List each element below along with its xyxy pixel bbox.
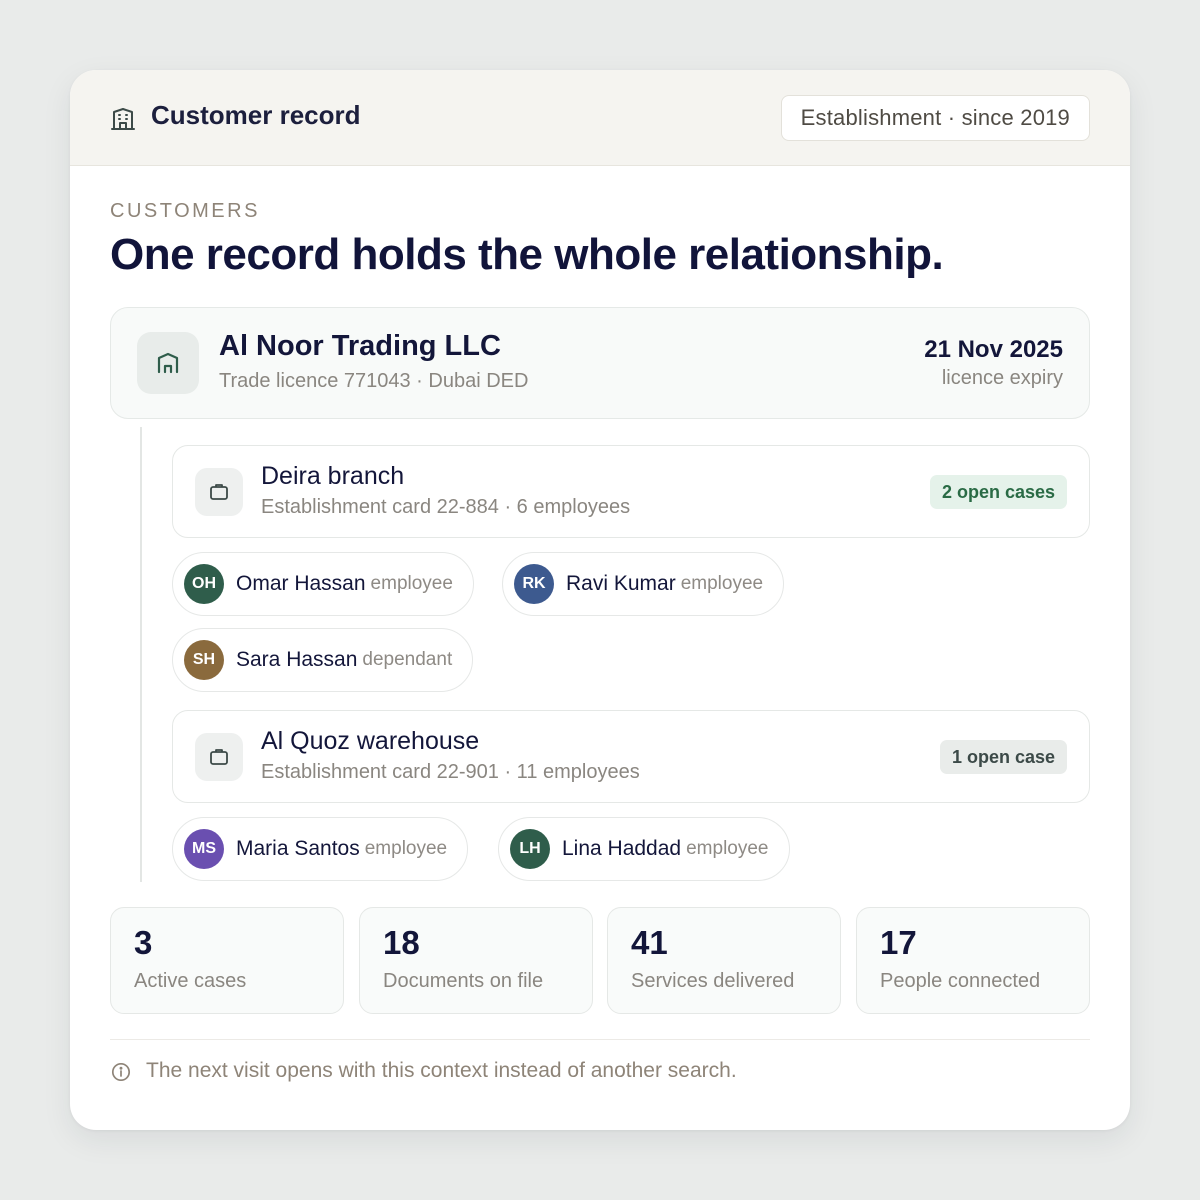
footer-divider xyxy=(110,1039,1090,1040)
branch-card-al-quoz[interactable]: Al Quoz warehouse Establishment card 22-… xyxy=(172,710,1090,803)
stat-people[interactable]: 17 People connected xyxy=(856,907,1090,1014)
licence-expiry-label: licence expiry xyxy=(941,367,1063,389)
person-role: dependant xyxy=(362,649,453,670)
open-cases-badge: 2 open cases xyxy=(929,475,1067,509)
card-header: Customer record Establishment · since 20… xyxy=(70,70,1130,166)
avatar: SH xyxy=(184,640,224,680)
person-name: Omar Hassan xyxy=(236,572,366,595)
person-role: employee xyxy=(364,838,448,859)
stat-value: 18 xyxy=(383,924,420,961)
avatar: LH xyxy=(510,829,550,869)
avatar: RK xyxy=(514,564,554,604)
hierarchy-line xyxy=(140,427,142,882)
info-icon xyxy=(111,1062,131,1082)
person-chip-ravi-kumar[interactable]: RK Ravi Kumar employee xyxy=(502,552,785,616)
building-icon xyxy=(110,106,136,132)
open-cases-badge: 1 open case xyxy=(939,740,1067,774)
person-chip-maria-santos[interactable]: MS Maria Santos employee xyxy=(172,817,469,881)
person-name: Maria Santos xyxy=(236,837,360,860)
person-name: Lina Haddad xyxy=(562,837,682,860)
stat-label: Services delivered xyxy=(631,970,795,992)
stat-label: People connected xyxy=(880,970,1041,992)
organization-licence: Trade licence 771043 · Dubai DED xyxy=(219,370,529,392)
stat-active-cases[interactable]: 3 Active cases xyxy=(110,907,344,1014)
licence-expiry-date: 21 Nov 2025 xyxy=(924,336,1063,363)
person-chip-omar-hassan[interactable]: OH Omar Hassan employee xyxy=(172,552,474,616)
footer-note: The next visit opens with this context i… xyxy=(146,1059,737,1082)
branch-details: Establishment card 22-884 · 6 employees xyxy=(261,496,631,518)
person-chip-lina-haddad[interactable]: LH Lina Haddad employee xyxy=(498,817,790,881)
person-role: employee xyxy=(686,838,769,859)
briefcase-icon xyxy=(195,733,243,781)
stat-label: Active cases xyxy=(134,970,247,992)
section-eyebrow: CUSTOMERS xyxy=(110,200,260,222)
stat-value: 3 xyxy=(134,924,153,961)
header-title: Customer record xyxy=(151,100,361,130)
stat-services[interactable]: 41 Services delivered xyxy=(607,907,841,1014)
person-name: Ravi Kumar xyxy=(566,572,676,595)
person-role: employee xyxy=(680,573,764,594)
stat-value: 41 xyxy=(631,924,668,961)
section-headline: One record holds the whole relationship. xyxy=(110,230,944,279)
person-chip-sara-hassan[interactable]: SH Sara Hassan dependant xyxy=(172,628,474,692)
organization-card[interactable]: Al Noor Trading LLC Trade licence 771043… xyxy=(110,307,1090,419)
stat-label: Documents on file xyxy=(383,970,544,992)
stat-value: 17 xyxy=(880,924,917,961)
organization-name: Al Noor Trading LLC xyxy=(219,330,501,362)
branch-name: Al Quoz warehouse xyxy=(261,727,480,755)
customer-record-card: Customer record Establishment · since 20… xyxy=(70,70,1130,1130)
avatar: OH xyxy=(184,564,224,604)
person-name: Sara Hassan xyxy=(236,648,358,671)
stat-documents[interactable]: 18 Documents on file xyxy=(359,907,593,1014)
branch-details: Establishment card 22-901 · 11 employees xyxy=(261,761,640,783)
storefront-icon xyxy=(137,332,199,394)
briefcase-icon xyxy=(195,468,243,516)
establishment-badge: Establishment · since 2019 xyxy=(780,95,1090,141)
branch-card-deira[interactable]: Deira branch Establishment card 22-884 ·… xyxy=(172,445,1090,538)
branch-name: Deira branch xyxy=(261,462,405,490)
avatar: MS xyxy=(184,829,224,869)
person-role: employee xyxy=(370,573,453,594)
